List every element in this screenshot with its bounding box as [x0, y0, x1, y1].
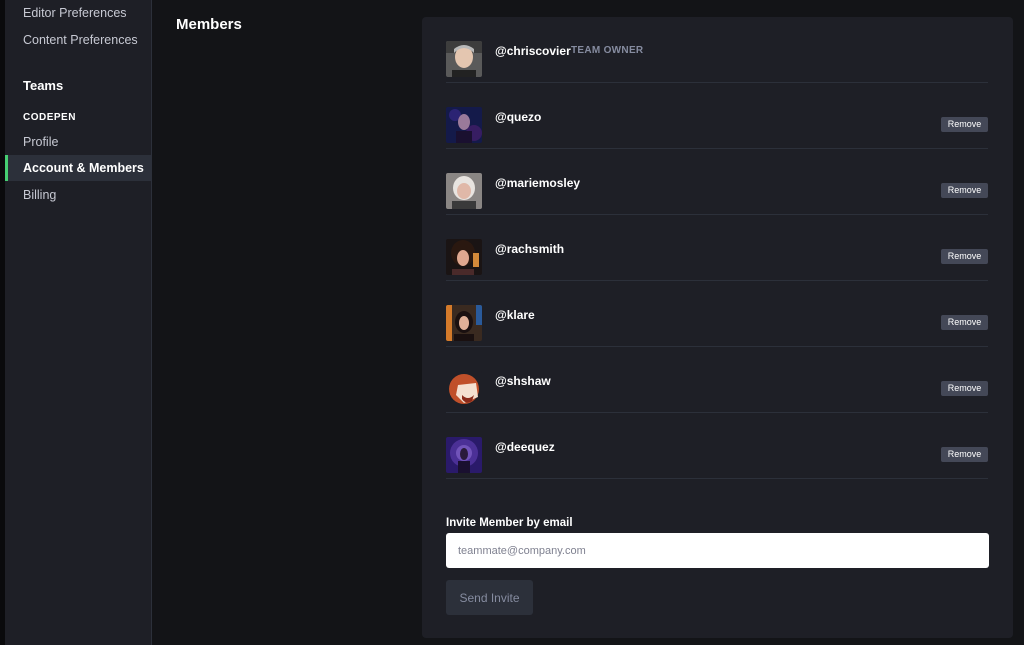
avatar-image: [446, 107, 482, 143]
sidebar-item-editor-preferences[interactable]: Editor Preferences: [5, 0, 152, 26]
member-handle[interactable]: @chriscovier: [495, 44, 571, 58]
sidebar-item-content-preferences[interactable]: Content Preferences: [5, 27, 152, 53]
invite-label: Invite Member by email: [446, 517, 573, 529]
remove-member-button[interactable]: Remove: [941, 249, 988, 264]
avatar-chriscovier[interactable]: [446, 41, 482, 77]
remove-member-button[interactable]: Remove: [941, 117, 988, 132]
sidebar-section-teams: Teams: [23, 78, 64, 93]
avatar-image: [446, 239, 482, 275]
avatar-shshaw[interactable]: [446, 371, 482, 407]
member-row: @deequez Remove: [446, 413, 988, 479]
member-handle[interactable]: @klare: [495, 308, 535, 322]
member-handle[interactable]: @shshaw: [495, 374, 551, 388]
member-handle[interactable]: @deequez: [495, 440, 555, 454]
member-row: @chriscovier TEAM OWNER: [446, 17, 988, 83]
remove-member-button[interactable]: Remove: [941, 381, 988, 396]
avatar-image: [446, 305, 482, 341]
avatar-quezo[interactable]: [446, 107, 482, 143]
settings-sidebar: Editor Preferences Content Preferences T…: [5, 0, 152, 645]
avatar-image: [446, 173, 482, 209]
avatar-rachsmith[interactable]: [446, 239, 482, 275]
remove-member-button[interactable]: Remove: [941, 183, 988, 198]
sidebar-group-codepen: CODEPEN: [23, 112, 76, 123]
avatar-mariemosley[interactable]: [446, 173, 482, 209]
member-handle[interactable]: @mariemosley: [495, 176, 580, 190]
avatar-image: [446, 41, 482, 77]
member-row: @quezo Remove: [446, 83, 988, 149]
avatar-image: [446, 437, 482, 473]
remove-member-button[interactable]: Remove: [941, 447, 988, 462]
member-handle[interactable]: @rachsmith: [495, 242, 564, 256]
members-panel: @chriscovier TEAM OWNER @quezo Remove @m…: [422, 17, 1013, 638]
avatar-image: [446, 371, 482, 407]
sidebar-item-account-members[interactable]: Account & Members: [5, 155, 152, 181]
team-owner-badge: TEAM OWNER: [571, 45, 644, 56]
send-invite-button[interactable]: Send Invite: [446, 580, 533, 615]
member-row: @shshaw Remove: [446, 347, 988, 413]
sidebar-item-profile[interactable]: Profile: [5, 129, 152, 155]
avatar-deequez[interactable]: [446, 437, 482, 473]
remove-member-button[interactable]: Remove: [941, 315, 988, 330]
sidebar-item-billing[interactable]: Billing: [5, 182, 152, 208]
avatar-klare[interactable]: [446, 305, 482, 341]
member-handle[interactable]: @quezo: [495, 110, 541, 124]
member-row: @rachsmith Remove: [446, 215, 988, 281]
member-row: @mariemosley Remove: [446, 149, 988, 215]
member-row: @klare Remove: [446, 281, 988, 347]
page-title: Members: [176, 16, 242, 33]
invite-email-input[interactable]: [446, 533, 989, 568]
